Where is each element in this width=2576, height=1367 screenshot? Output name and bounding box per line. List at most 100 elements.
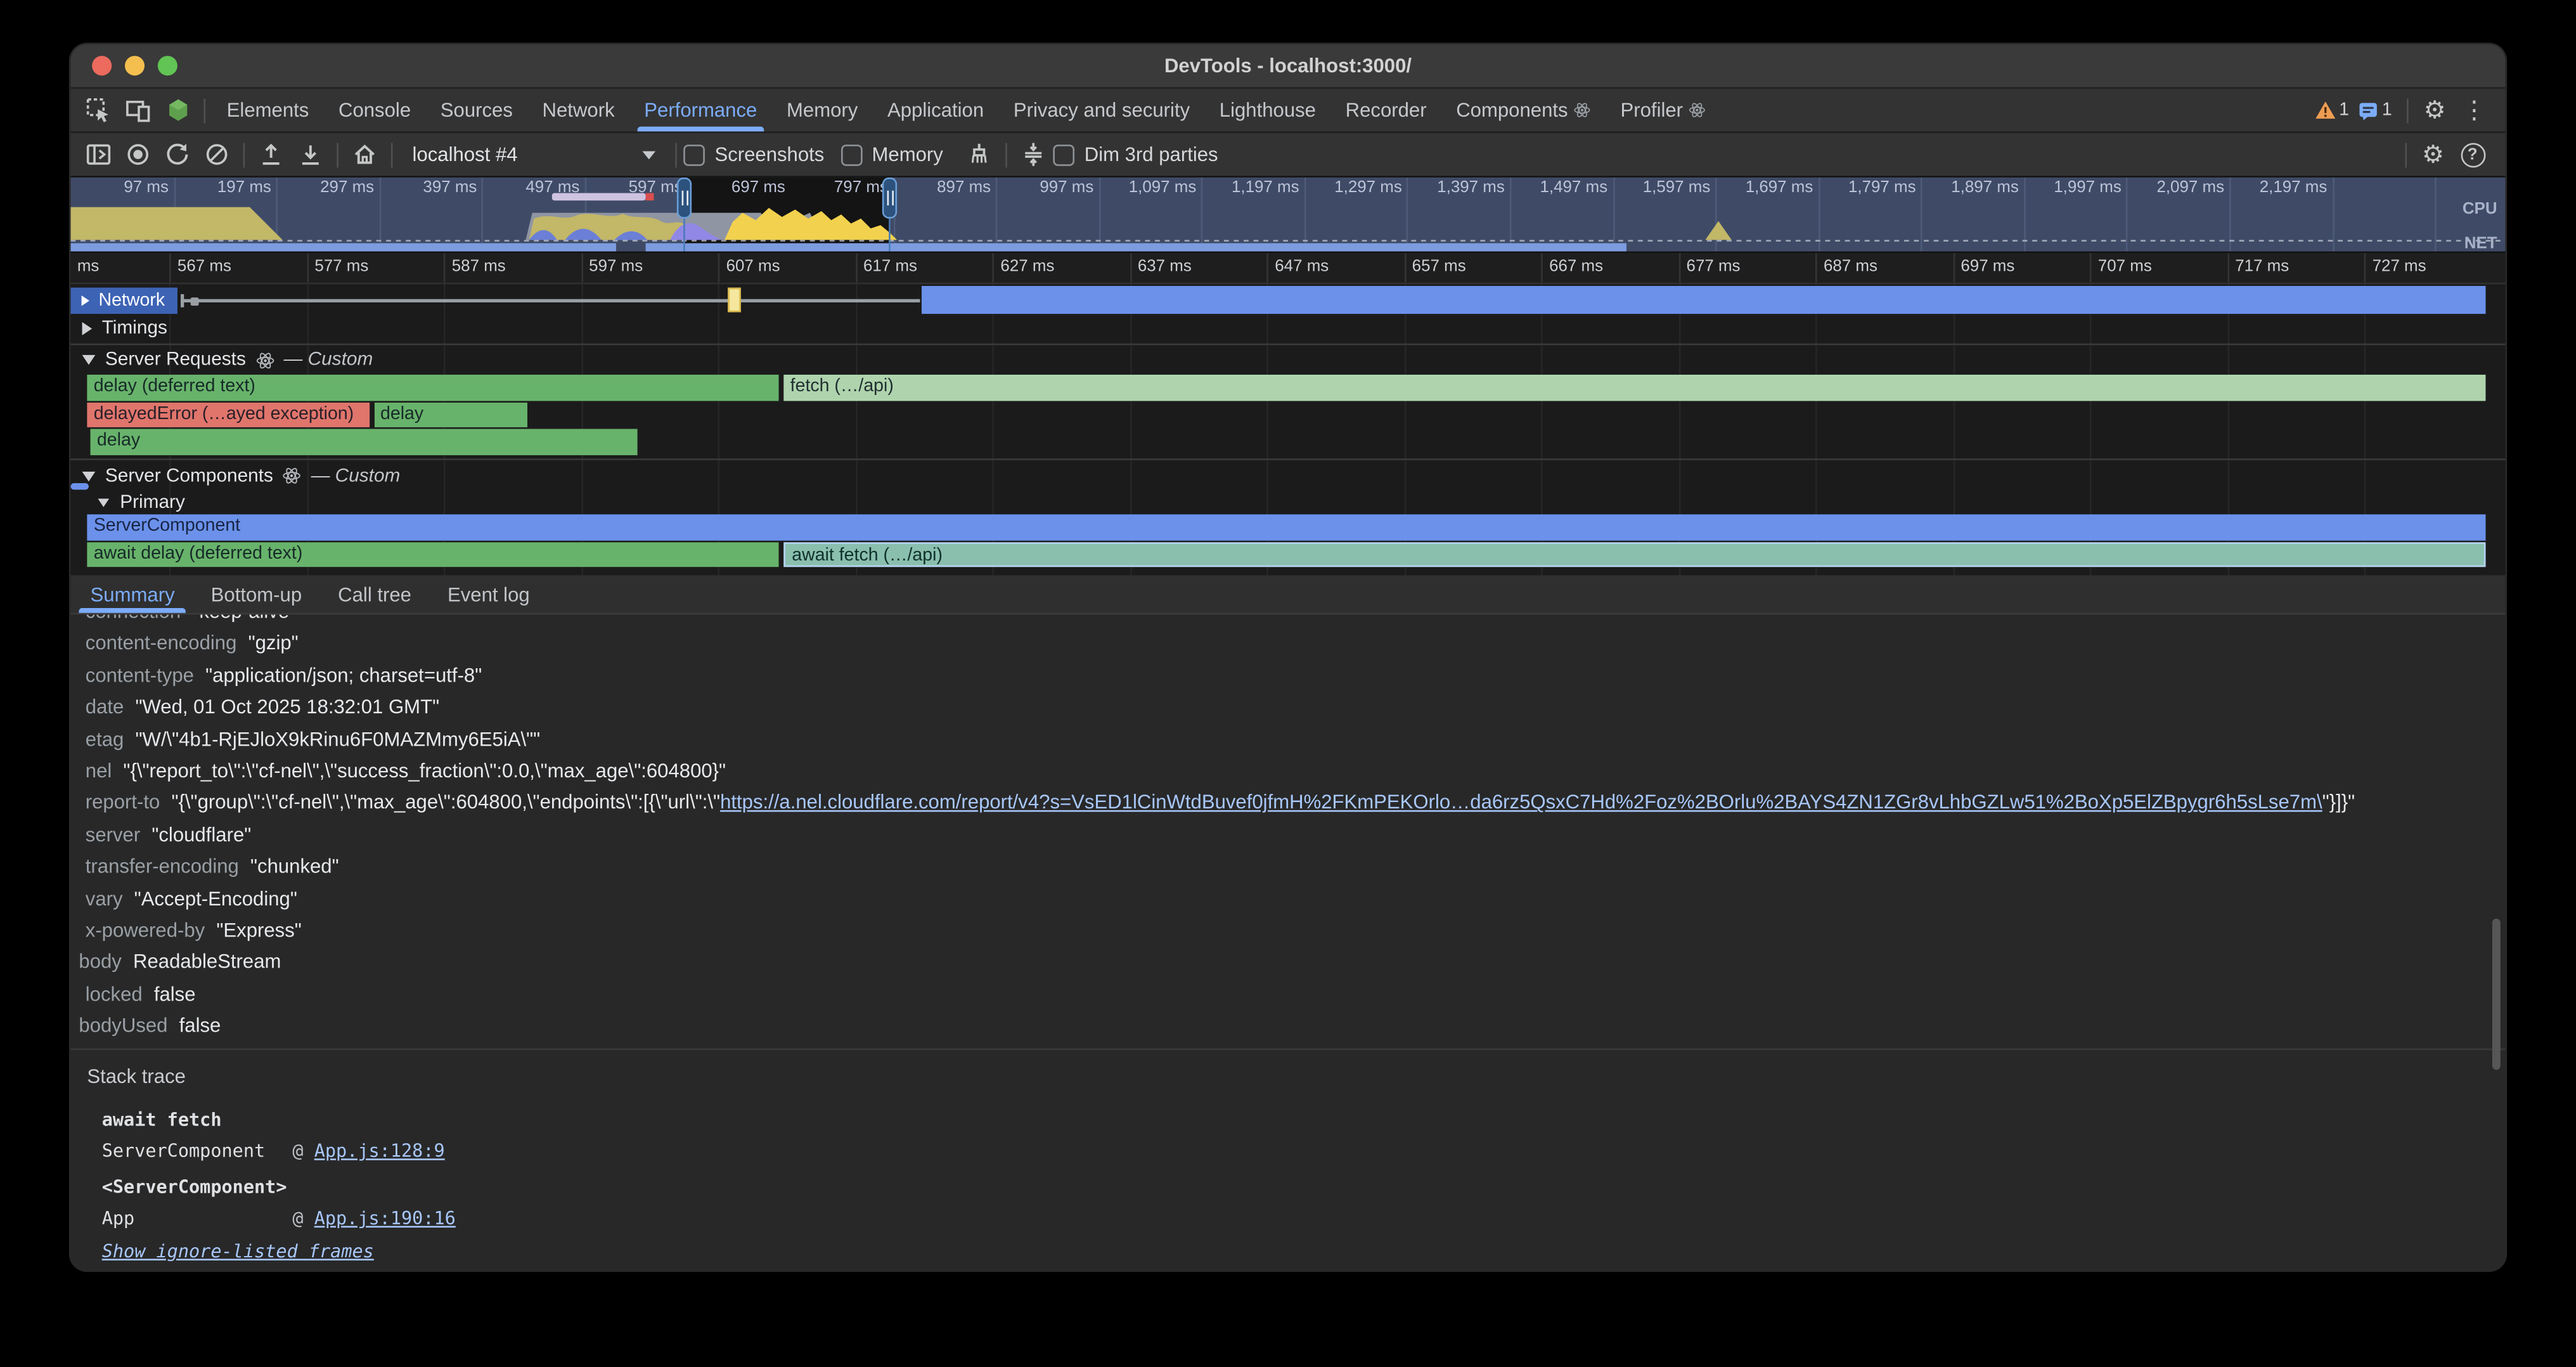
detail-value: "Accept-Encoding" bbox=[134, 887, 297, 910]
network-request-whisker bbox=[181, 298, 920, 301]
span-delay[interactable]: delay bbox=[91, 429, 638, 454]
primary-lane-header[interactable]: Primary bbox=[70, 488, 2505, 516]
screenshots-checkbox[interactable] bbox=[683, 144, 705, 165]
overview-tick: 697 ms bbox=[731, 179, 785, 198]
overview-tick: 997 ms bbox=[1040, 179, 1093, 198]
flame-chart[interactable]: Network Timings Server Requests — Custom… bbox=[70, 284, 2505, 575]
help-icon[interactable]: ? bbox=[2453, 136, 2492, 172]
track-network-header[interactable]: Network bbox=[70, 287, 177, 313]
details-tab-call-tree[interactable]: Call tree bbox=[320, 575, 430, 613]
device-toolbar-icon[interactable] bbox=[119, 92, 158, 128]
details-tab-label: Event log bbox=[448, 583, 530, 606]
window-title: DevTools - localhost:3000/ bbox=[1164, 55, 1412, 77]
right-selection-handle[interactable] bbox=[882, 178, 897, 219]
detail-value: false bbox=[179, 1014, 221, 1037]
span-delayed-error[interactable]: delayedError (…ayed exception) bbox=[87, 402, 370, 427]
details-tab-bottom-up[interactable]: Bottom-up bbox=[193, 575, 320, 613]
frame-source-link[interactable]: App.js:190:16 bbox=[314, 1208, 456, 1229]
cpu-lane-label: CPU bbox=[2463, 200, 2497, 219]
report-to-url-link[interactable]: https://a.nel.cloudflare.com/report/v4?s… bbox=[720, 791, 2322, 814]
span-await-delay[interactable]: await delay (deferred text) bbox=[87, 541, 778, 567]
timeline-overview[interactable]: 97 ms197 ms297 ms397 ms497 ms597 ms697 m… bbox=[70, 178, 2505, 253]
tab-label: Network bbox=[543, 99, 615, 122]
node-icon[interactable] bbox=[158, 92, 197, 128]
save-profile-icon[interactable] bbox=[291, 136, 330, 172]
tab-sources[interactable]: Sources bbox=[425, 89, 527, 131]
details-tab-summary[interactable]: Summary bbox=[72, 575, 193, 613]
tab-recorder[interactable]: Recorder bbox=[1330, 89, 1441, 131]
show-ignore-listed-frames-link[interactable]: Show ignore-listed frames bbox=[102, 1240, 374, 1262]
tab-privacy-and-security[interactable]: Privacy and security bbox=[999, 89, 1205, 131]
ruler-tick: 727 ms bbox=[2373, 258, 2426, 276]
expand-icon bbox=[82, 322, 93, 335]
selected-network-event-marker[interactable] bbox=[728, 287, 741, 311]
tab-performance[interactable]: Performance bbox=[629, 89, 772, 131]
tab-profiler[interactable]: Profiler bbox=[1606, 89, 1720, 131]
warnings-badge[interactable]: 1 bbox=[2314, 100, 2349, 120]
summary-pane[interactable]: connection"keep-alive"content-encoding"g… bbox=[70, 614, 2505, 1270]
detail-row-x-powered-by: x-powered-by"Express" bbox=[70, 916, 2505, 947]
screenshots-label[interactable]: Screenshots bbox=[714, 143, 824, 165]
issues-badge[interactable]: 1 bbox=[2357, 100, 2392, 121]
close-window-button[interactable] bbox=[92, 56, 112, 75]
tab-console[interactable]: Console bbox=[324, 89, 426, 131]
ruler-gridline bbox=[444, 253, 446, 283]
detail-value: "Wed, 01 Oct 2025 18:32:01 GMT" bbox=[135, 696, 439, 718]
tab-elements[interactable]: Elements bbox=[212, 89, 323, 131]
ruler-tick: 637 ms bbox=[1138, 258, 1192, 276]
tab-network[interactable]: Network bbox=[527, 89, 629, 131]
detail-row-locked: lockedfalse bbox=[70, 979, 2505, 1011]
track-server-components-header[interactable]: Server Components — Custom bbox=[70, 462, 2505, 489]
tab-application[interactable]: Application bbox=[873, 89, 999, 131]
record-and-reload-icon[interactable] bbox=[158, 136, 197, 172]
home-icon[interactable] bbox=[345, 136, 384, 172]
track-server-requests-header[interactable]: Server Requests — Custom bbox=[70, 346, 2505, 374]
tab-memory[interactable]: Memory bbox=[772, 89, 873, 131]
kebab-menu-icon[interactable]: ⋮ bbox=[2454, 92, 2494, 128]
span-delay-deferred-text[interactable]: delay (deferred text) bbox=[87, 375, 778, 400]
network-request-bar[interactable] bbox=[922, 285, 2485, 313]
performance-toolbar: localhost #4 Screenshots Memory Dim 3rd … bbox=[70, 133, 2505, 178]
collapse-tracks-icon[interactable] bbox=[1014, 136, 1053, 172]
settings-gear-icon[interactable]: ⚙ bbox=[2415, 92, 2454, 128]
tab-components[interactable]: Components bbox=[1441, 89, 1606, 131]
memory-checkbox[interactable] bbox=[840, 144, 862, 165]
frame-at: @ bbox=[292, 1208, 314, 1229]
ruler-tick: 627 ms bbox=[1000, 258, 1054, 276]
frame-source-link[interactable]: App.js:128:9 bbox=[314, 1141, 445, 1162]
ruler-unit-label: ms bbox=[77, 258, 100, 276]
minimize-window-button[interactable] bbox=[125, 56, 145, 75]
dim-3rd-parties-checkbox[interactable] bbox=[1053, 144, 1074, 165]
span-await-fetch-selected[interactable]: await fetch (…/api) bbox=[783, 541, 2485, 567]
title-bar[interactable]: DevTools - localhost:3000/ bbox=[70, 44, 2505, 89]
load-profile-icon[interactable] bbox=[252, 136, 291, 172]
detail-value: "keep-alive" bbox=[192, 614, 296, 623]
zoom-window-button[interactable] bbox=[158, 56, 177, 75]
devtools-tab-bar: Elements Console Sources Network Performance… bbox=[70, 89, 2505, 133]
track-timings-header[interactable]: Timings bbox=[70, 314, 2505, 342]
history-dropdown[interactable]: localhost #4 bbox=[402, 138, 666, 171]
stack-trace-title: Stack trace bbox=[70, 1049, 2505, 1092]
tab-lighthouse[interactable]: Lighthouse bbox=[1204, 89, 1330, 131]
details-tab-event-log[interactable]: Event log bbox=[429, 575, 548, 613]
frame-at: @ bbox=[292, 1141, 314, 1162]
custom-track-suffix: — Custom bbox=[311, 466, 401, 486]
ruler-tick: 697 ms bbox=[1961, 258, 2014, 276]
scrollbar-thumb[interactable] bbox=[2492, 919, 2501, 1070]
record-icon[interactable] bbox=[119, 136, 158, 172]
inspect-element-icon[interactable] bbox=[79, 92, 118, 128]
span-fetch-api[interactable]: fetch (…/api) bbox=[783, 375, 2485, 400]
clear-icon[interactable] bbox=[197, 136, 236, 172]
span-server-component[interactable]: ServerComponent bbox=[87, 514, 2485, 540]
left-selection-handle[interactable] bbox=[677, 178, 692, 219]
dim-3rd-parties-label[interactable]: Dim 3rd parties bbox=[1085, 143, 1218, 165]
garbage-collect-icon[interactable] bbox=[960, 136, 999, 172]
toggle-sidebar-icon[interactable] bbox=[79, 136, 118, 172]
tab-label: Profiler bbox=[1621, 99, 1684, 122]
tab-label: Console bbox=[338, 99, 411, 122]
tab-label: Memory bbox=[787, 99, 858, 122]
span-delay[interactable]: delay bbox=[374, 402, 527, 427]
memory-label[interactable]: Memory bbox=[872, 143, 943, 165]
capture-settings-gear-icon[interactable]: ⚙ bbox=[2413, 136, 2452, 172]
detail-key: transfer-encoding bbox=[86, 855, 239, 878]
